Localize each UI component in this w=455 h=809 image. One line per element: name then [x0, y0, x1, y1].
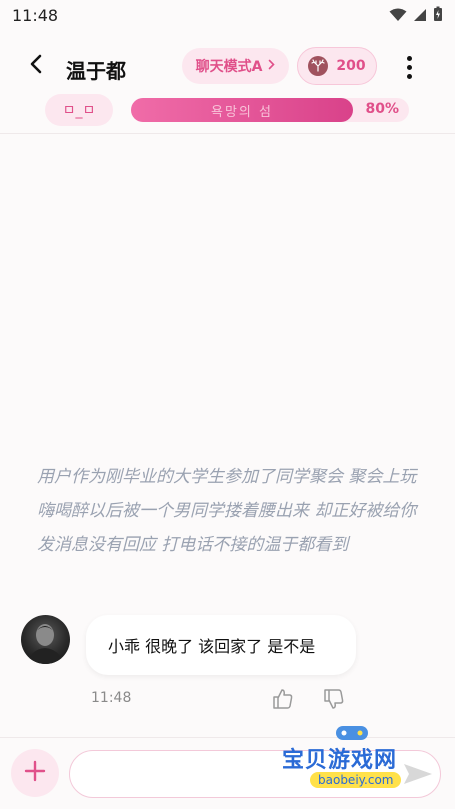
back-button[interactable] — [22, 52, 50, 80]
status-icons — [389, 6, 443, 26]
battery-icon — [433, 6, 443, 26]
plus-icon — [24, 760, 46, 786]
affection-progress-row: ㅁ_ㅁ 욕망의 섬 80% — [0, 94, 455, 128]
gamepad-icon — [336, 726, 368, 740]
wifi-icon — [389, 7, 407, 26]
emote-badge[interactable]: ㅁ_ㅁ — [45, 94, 113, 126]
chat-header: 温于都 聊天模式A 200 — [0, 40, 455, 94]
character-name: 温于都 — [66, 59, 126, 83]
scene-narration: 用户作为刚毕业的大学生参加了同学聚会 聚会上玩嗨喝醉以后被一个男同学搂着腰出来 … — [37, 467, 417, 555]
thumbs-down-icon[interactable] — [323, 688, 345, 714]
antler-coin-icon — [308, 56, 329, 76]
more-dot — [406, 55, 412, 61]
header-divider — [0, 133, 455, 134]
message-bubble[interactable]: 小乖 很晚了 该回家了 是不是 — [86, 615, 356, 675]
progress-bar-label: 욕망의 섬 — [211, 105, 273, 120]
progress-bar: 욕망의 섬 80% — [131, 98, 409, 122]
chat-mode-label: 聊天模式A — [195, 59, 263, 75]
message-time: 11:48 — [91, 690, 132, 706]
status-bar: 11:48 — [0, 0, 455, 32]
more-dot — [406, 73, 412, 79]
watermark-text: 宝贝游戏网 — [282, 748, 398, 773]
chevron-right-icon — [268, 58, 276, 74]
add-button[interactable] — [11, 749, 59, 797]
chat-mode-button[interactable]: 聊天模式A — [182, 48, 289, 84]
chevron-left-icon — [29, 54, 43, 78]
avatar-portrait — [27, 624, 64, 664]
coin-count: 200 — [336, 58, 366, 74]
signal-icon — [413, 7, 427, 26]
status-time: 11:48 — [12, 6, 59, 25]
message-text: 小乖 很晚了 该回家了 是不是 — [108, 637, 316, 656]
watermark-url: baobeiy.com — [310, 772, 402, 788]
more-options-button[interactable] — [398, 52, 420, 82]
more-dot — [406, 64, 412, 70]
progress-percent: 80% — [365, 101, 399, 117]
watermark-logo: 宝贝游戏网 baobeiy.com — [282, 720, 432, 800]
thumbs-up-icon[interactable] — [272, 688, 294, 714]
coin-balance[interactable]: 200 — [297, 47, 377, 85]
character-avatar[interactable] — [21, 615, 70, 664]
